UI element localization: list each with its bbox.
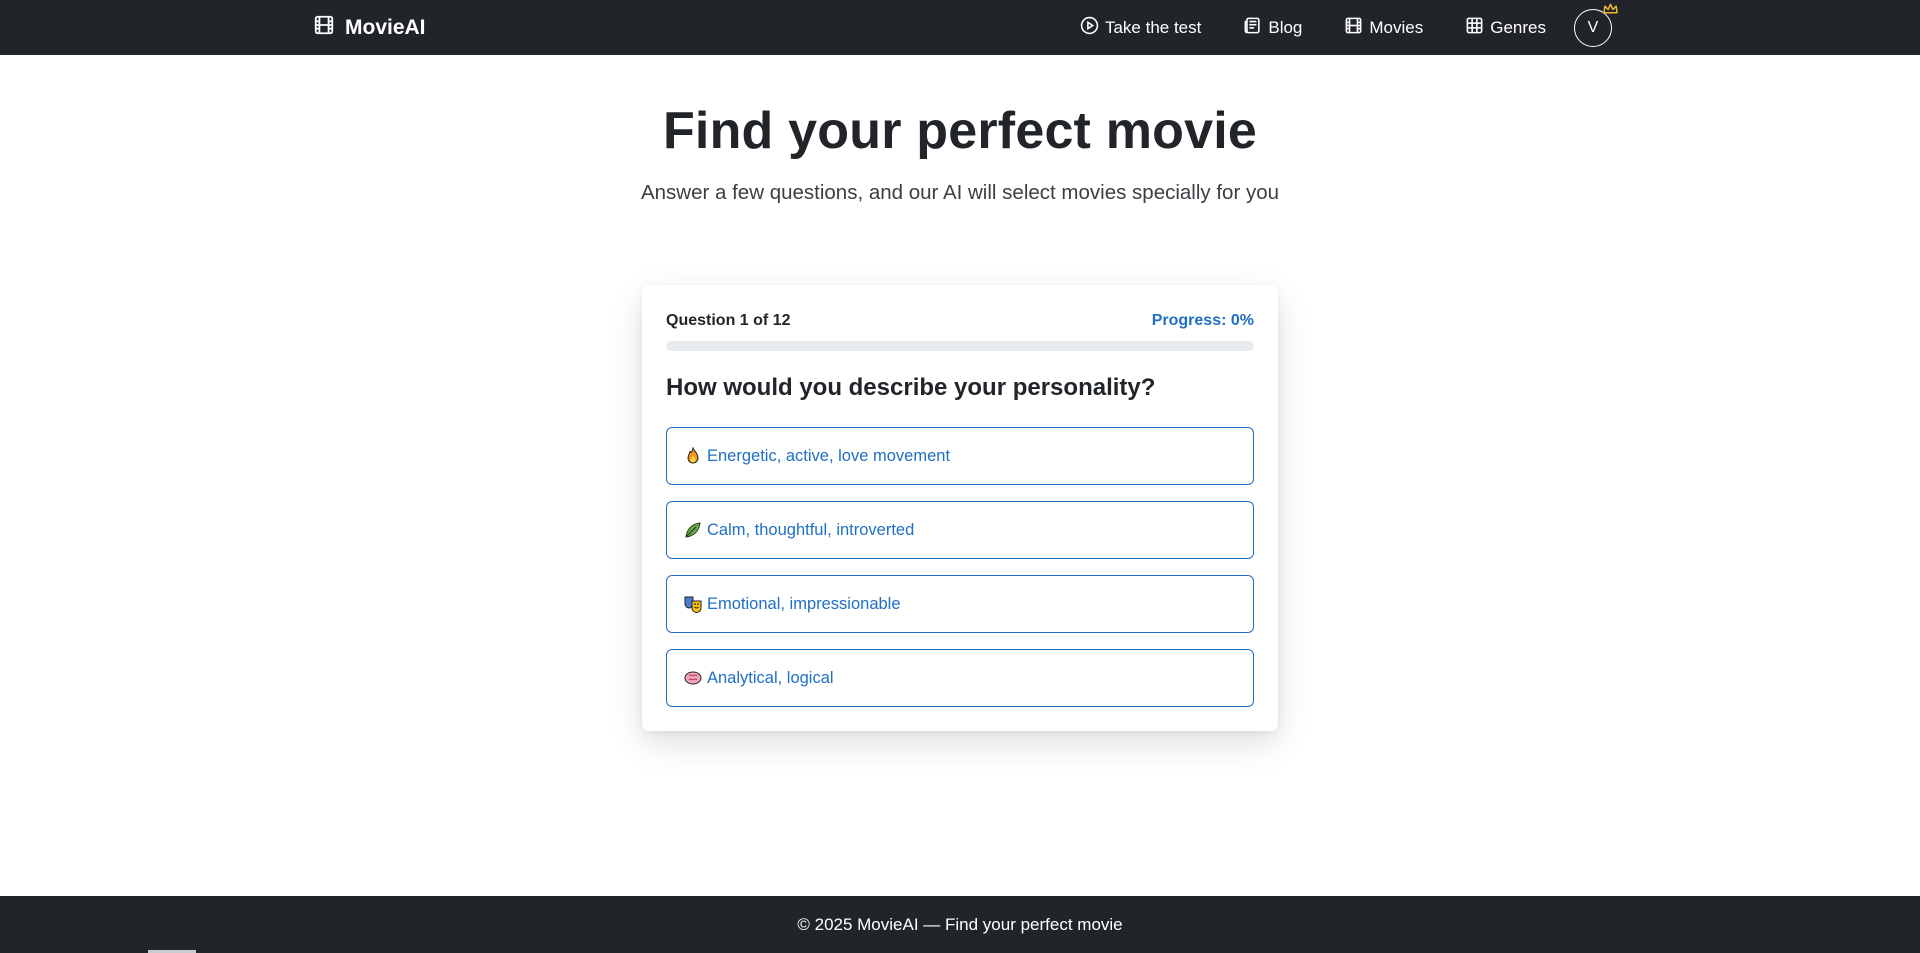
answer-option-analytical[interactable]: Analytical, logical xyxy=(666,649,1254,707)
answer-option-calm[interactable]: Calm, thoughtful, introverted xyxy=(666,501,1254,559)
answer-option-label: Energetic, active, love movement xyxy=(707,446,951,465)
page-title: Find your perfect movie xyxy=(662,102,1258,160)
leaf-icon xyxy=(684,521,702,539)
nav-movies-label: Movies xyxy=(1369,17,1424,37)
user-menu: V xyxy=(1574,3,1618,47)
newspaper-icon xyxy=(1243,16,1262,40)
answer-option-label: Calm, thoughtful, introverted xyxy=(707,520,915,539)
nav-genres[interactable]: Genres xyxy=(1465,16,1546,40)
brand-link[interactable]: MovieAI xyxy=(313,0,426,55)
brand-name: MovieAI xyxy=(345,15,426,39)
answer-option-emotional[interactable]: Emotional, impressionable xyxy=(666,575,1254,633)
nav-take-test-label: Take the test xyxy=(1104,17,1202,37)
film-icon xyxy=(1344,16,1363,40)
nav-take-test[interactable]: Take the test xyxy=(1080,16,1201,40)
footer: © 2025 MovieAI — Find your perfect movie xyxy=(0,896,1920,953)
nav-blog-label: Blog xyxy=(1268,17,1303,37)
crown-icon xyxy=(1603,3,1618,13)
answer-option-energetic[interactable]: Energetic, active, love movement xyxy=(666,427,1254,485)
nav-genres-label: Genres xyxy=(1490,17,1546,37)
progress-label: Progress: 0% xyxy=(1151,312,1254,329)
quiz-card: Question 1 of 12 Progress: 0% How would … xyxy=(642,285,1278,731)
question-counter: Question 1 of 12 xyxy=(666,312,791,329)
question-text: How would you describe your personality? xyxy=(666,374,1156,401)
film-icon xyxy=(313,14,335,42)
brain-icon xyxy=(684,669,702,687)
navbar: MovieAI Take the test Blog Movies Genres… xyxy=(0,0,1920,55)
answer-option-label: Emotional, impressionable xyxy=(707,594,901,613)
nav-blog[interactable]: Blog xyxy=(1243,16,1302,40)
theater-masks-icon xyxy=(684,595,702,613)
nav-links: Take the test Blog Movies Genres V xyxy=(1080,0,1618,55)
nav-movies[interactable]: Movies xyxy=(1344,16,1423,40)
footer-text: © 2025 MovieAI — Find your perfect movie xyxy=(797,914,1123,934)
page-subtitle: Answer a few questions, and our AI will … xyxy=(640,181,1280,204)
progress-bar xyxy=(666,341,1254,351)
answer-options: Energetic, active, love movement Calm, t… xyxy=(666,427,1254,723)
grid-icon xyxy=(1465,16,1484,40)
answer-option-label: Analytical, logical xyxy=(707,668,834,687)
play-circle-icon xyxy=(1080,16,1099,40)
fire-icon xyxy=(684,447,702,465)
